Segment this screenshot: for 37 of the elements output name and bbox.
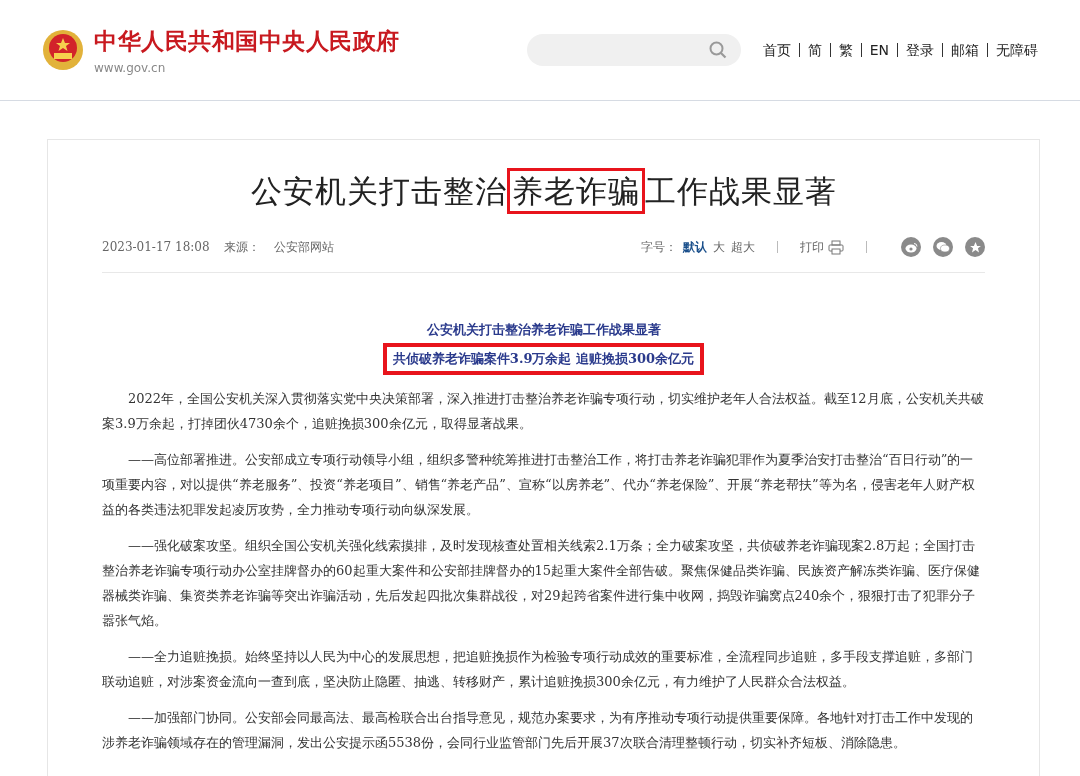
nav-link[interactable]: 繁 <box>829 43 861 57</box>
font-size-label: 字号： <box>641 238 677 256</box>
star-icon <box>968 240 982 254</box>
nav-link[interactable]: EN <box>860 43 897 57</box>
nav-link[interactable]: 邮箱 <box>942 43 987 57</box>
search-field[interactable] <box>526 34 741 66</box>
search-icon[interactable] <box>708 41 727 59</box>
highlighted-subtitle: 共侦破养老诈骗案件3.9万余起 追赃挽损300余亿元 <box>382 343 705 375</box>
nav-link[interactable]: 简 <box>798 43 830 57</box>
nav-link[interactable]: 首页 <box>754 43 799 57</box>
font-size-option[interactable]: 大 <box>713 238 725 256</box>
paragraph: ——强化破案攻坚。组织全国公安机关强化线索摸排，及时发现核查处置相关线索2.1万条；全力破案攻坚，共侦破养老诈骗现案2.8万起；全国打击整治养老诈骗专项行动办公室挂牌督办的60起重大案件和公安部挂牌督办的15起重大案件全部告破。聚焦保健品类诈骗、民族资产解冻类诈骗、医疗保健器械类诈骗、集资类养老诈骗等突出诈骗活动，先后发起四批次集群战役，对29起跨省案件进行集中收网，捣毁诈骗窝点240余个，狠狠打击了犯罪分子嚣张气焰。 <box>102 537 982 630</box>
nav-link[interactable]: 登录 <box>897 43 942 57</box>
highlighted-title-text: 养老诈骗 <box>506 168 645 214</box>
title-text: 公安机关打击整治 <box>250 173 507 209</box>
source-label: 来源： <box>223 238 260 256</box>
subtitle: 公安机关打击整治养老诈骗工作战果显著 <box>425 321 662 339</box>
printer-icon[interactable] <box>828 239 844 255</box>
nav-link[interactable]: 无障碍 <box>987 43 1046 57</box>
font-size-option[interactable]: 默认 <box>683 238 707 256</box>
title-text: 工作战果显著 <box>644 173 837 209</box>
paragraph: 2022年，全国公安机关深入贯彻落实党中央决策部署，深入推进打击整治养老诈骗专项行动，切实维护老年人合法权益。截至12月底，公安机关共破案3.9万余起，打掉团伙4730余个，追赃挽损300余亿元，取得显著战果。 <box>102 390 985 433</box>
source-name: 公安部网站 <box>273 238 334 256</box>
weibo-icon <box>904 241 918 253</box>
wechat-icon <box>936 241 950 253</box>
paragraph: ——全力追赃挽损。始终坚持以人民为中心的发展思想，把追赃挽损作为检验专项行动成效的重要标准，全流程同步追赃，多手段支撑追赃，多部门联动追赃，对涉案资金流向一查到底，坚决防止隐匿、抽逃、转移财产，累计追赃挽损300余亿元，有力维护了人民群众合法权益。 <box>102 648 974 691</box>
site-name: 中华人民共和国中央人民政府 <box>94 26 400 56</box>
publish-date: 2023-01-17 18:08 <box>102 240 210 254</box>
site-url: www.gov.cn <box>94 60 167 75</box>
share-button[interactable] <box>933 237 953 257</box>
emblem-icon <box>42 29 84 71</box>
share-button[interactable] <box>901 237 921 257</box>
font-size-option[interactable]: 超大 <box>731 238 755 256</box>
paragraph: ——高位部署推进。公安部成立专项行动领导小组，组织多警种统筹推进打击整治工作，将打击养老诈骗犯罪作为夏季治安打击整治“百日行动”的一项重要内容，对以提供“养老服务”、投资“养老项目”、销售“养老产品”、宣称“以房养老”、代办“养老保险”、开展“养老帮扶”等为名，侵害老年人财产权益的各类违法犯罪发起凌厉攻势，全力推动专项行动向纵深发展。 <box>102 451 976 519</box>
print-link[interactable]: 打印 <box>800 238 824 256</box>
paragraph: ——加强部门协同。公安部会同最高法、最高检联合出台指导意见，规范办案要求，为有序推动专项行动提供重要保障。各地针对打击工作中发现的涉养老诈骗领域存在的管理漏洞，发出公安提示函5538份，会同行业监管部门先后开展37次联合清理整顿行动，切实补齐短板、消除隐患。 <box>102 709 974 752</box>
share-button[interactable] <box>965 237 985 257</box>
